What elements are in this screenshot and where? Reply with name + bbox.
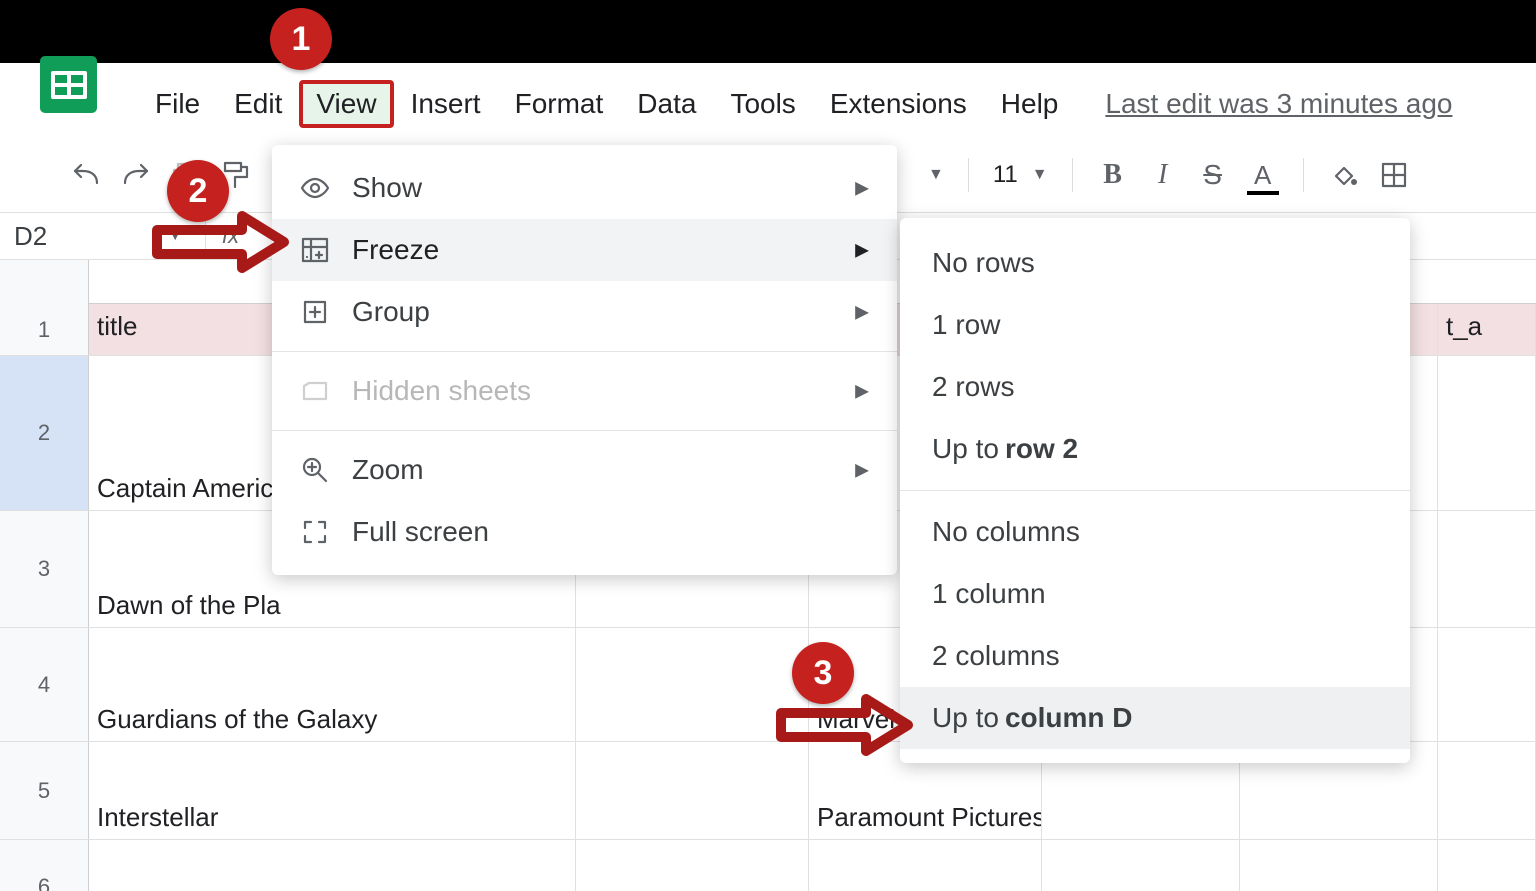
freeze-up-to-col-prefix: Up to [932,702,999,734]
freeze-up-to-col-bold: column D [1005,702,1133,734]
menu-divider [272,351,897,352]
last-edit-link[interactable]: Last edit was 3 minutes ago [1105,88,1452,120]
menu-file[interactable]: File [138,80,217,128]
redo-icon[interactable] [120,159,152,191]
cell[interactable] [576,628,809,741]
cell[interactable]: Interstellar [89,742,576,839]
submenu-arrow-icon: ▶ [855,381,869,402]
font-size-selector[interactable]: 11 ▼ [993,161,1048,189]
menubar: File Edit View Insert Format Data Tools … [0,78,1536,130]
eye-icon [300,173,330,203]
freeze-icon [300,235,330,265]
title-bar-blackout [0,0,1536,63]
cell[interactable] [576,742,809,839]
view-menu-freeze-label: Freeze [352,234,439,266]
view-menu-group[interactable]: Group ▶ [272,281,897,343]
freeze-up-to-column[interactable]: Up to column D [900,687,1410,749]
cell[interactable]: t_a [1438,304,1536,355]
freeze-2-columns[interactable]: 2 columns [900,625,1410,687]
menu-edit[interactable]: Edit [217,80,299,128]
hidden-sheets-icon [300,376,330,406]
freeze-2-rows[interactable]: 2 rows [900,356,1410,418]
toolbar-font-dropdown-caret[interactable]: ▼ [928,166,944,184]
cell[interactable]: Guardians of the Galaxy [89,628,576,741]
menu-data[interactable]: Data [620,80,713,128]
annotation-step-2: 2 [167,160,229,222]
cell[interactable] [1438,628,1536,741]
row-header[interactable]: 4 [0,628,89,741]
cell[interactable] [1438,511,1536,627]
view-menu-freeze[interactable]: Freeze ▶ [272,219,897,281]
view-menu-zoom-label: Zoom [352,454,424,486]
view-menu-show[interactable]: Show ▶ [272,157,897,219]
freeze-no-rows[interactable]: No rows [900,232,1410,294]
toolbar-separator [1303,158,1304,192]
freeze-up-to-row-prefix: Up to [932,433,999,465]
cell[interactable] [1438,742,1536,839]
menu-divider [900,490,1410,491]
bold-button[interactable]: B [1097,159,1129,191]
zoom-icon [300,455,330,485]
toolbar-separator [1072,158,1073,192]
view-menu-full-screen[interactable]: Full screen [272,501,897,563]
name-box-value: D2 [14,221,47,252]
annotation-step-1: 1 [270,8,332,70]
text-color-button[interactable]: A [1247,159,1279,191]
menu-help[interactable]: Help [984,80,1076,128]
view-menu-show-label: Show [352,172,422,204]
cell[interactable] [1438,840,1536,891]
menu-extensions[interactable]: Extensions [813,80,984,128]
row-header[interactable]: 6 [0,840,89,891]
freeze-1-row[interactable]: 1 row [900,294,1410,356]
row-header[interactable]: 2 [0,356,89,510]
row-header[interactable]: 3 [0,511,89,627]
cell[interactable] [1240,840,1438,891]
freeze-1-column[interactable]: 1 column [900,563,1410,625]
view-menu-full-screen-label: Full screen [352,516,489,548]
submenu-arrow-icon: ▶ [855,302,869,323]
sheets-logo [40,56,97,113]
annotation-arrow-2 [152,210,292,274]
toolbar-separator [968,158,969,192]
strikethrough-button[interactable]: S [1197,159,1229,191]
freeze-no-columns[interactable]: No columns [900,501,1410,563]
menu-format[interactable]: Format [498,80,621,128]
fullscreen-icon [300,517,330,547]
cell[interactable] [576,840,809,891]
group-icon [300,297,330,327]
menu-insert[interactable]: Insert [394,80,498,128]
menu-tools[interactable]: Tools [713,80,812,128]
view-menu-group-label: Group [352,296,430,328]
select-all-corner[interactable] [0,260,89,304]
italic-button[interactable]: I [1147,159,1179,191]
cell[interactable] [1042,840,1240,891]
borders-button[interactable] [1378,159,1410,191]
view-menu-zoom[interactable]: Zoom ▶ [272,439,897,501]
submenu-arrow-icon: ▶ [855,178,869,199]
freeze-up-to-row-bold: row 2 [1005,433,1078,465]
menu-view[interactable]: View [299,80,393,128]
freeze-up-to-row[interactable]: Up to row 2 [900,418,1410,480]
view-menu-dropdown: Show ▶ Freeze ▶ Group ▶ Hidden sheets ▶ … [272,145,897,575]
table-row: 6 [0,840,1536,891]
view-menu-hidden-sheets-label: Hidden sheets [352,375,531,407]
submenu-arrow-icon: ▶ [855,460,869,481]
cell[interactable] [1438,356,1536,510]
freeze-submenu: No rows 1 row 2 rows Up to row 2 No colu… [900,218,1410,763]
row-header[interactable]: 5 [0,742,89,839]
font-size-value: 11 [993,161,1018,189]
menu-divider [272,430,897,431]
submenu-arrow-icon: ▶ [855,240,869,261]
cell[interactable] [89,840,576,891]
annotation-step-3: 3 [792,642,854,704]
cell[interactable] [809,840,1042,891]
undo-icon[interactable] [70,159,102,191]
view-menu-hidden-sheets: Hidden sheets ▶ [272,360,897,422]
fill-color-button[interactable] [1328,159,1360,191]
row-header[interactable]: 1 [0,304,89,355]
annotation-arrow-3 [776,693,916,757]
font-size-caret[interactable]: ▼ [1032,166,1048,184]
